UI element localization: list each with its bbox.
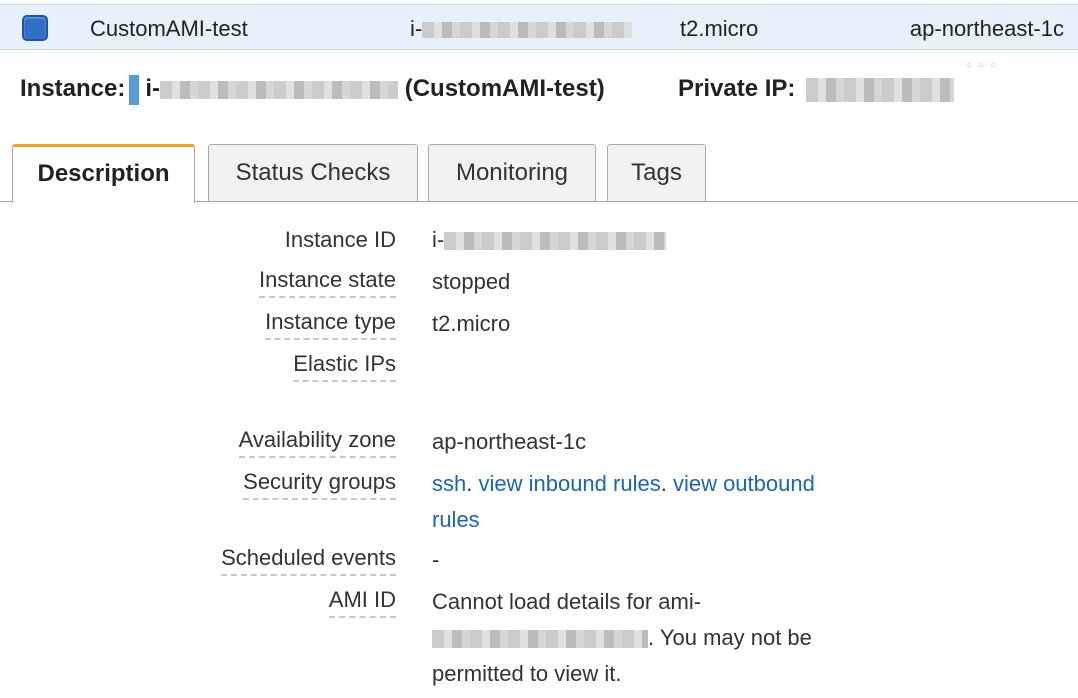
header-id-prefix: i- <box>145 75 161 102</box>
ami-id-message-start: Cannot load details for ami- <box>432 589 702 614</box>
instance-id-cell: i- <box>410 16 633 41</box>
redacted-detail-instance-id <box>444 232 667 251</box>
private-ip-display: Private IP: <box>678 74 955 104</box>
tab-tags[interactable]: Tags <box>607 144 706 201</box>
instance-details-page: CustomAMI-test i- t2.micro ap-northeast-… <box>0 0 1078 698</box>
scheduled-events-label[interactable]: Scheduled events <box>221 542 396 576</box>
instance-id-label: Instance ID <box>284 227 396 252</box>
redacted-ami-id <box>432 630 648 649</box>
row-selection-checkbox[interactable] <box>22 15 48 41</box>
instance-name-cell: CustomAMI-test <box>90 16 248 41</box>
selected-instance-row[interactable]: CustomAMI-test i- t2.micro ap-northeast-… <box>0 4 1078 50</box>
private-ip-label: Private IP: <box>678 75 796 102</box>
tab-description[interactable]: Description <box>12 144 195 203</box>
scheduled-events-value: - <box>432 547 440 572</box>
elastic-ips-label[interactable]: Elastic IPs <box>293 348 396 382</box>
redacted-header-instance-id <box>160 80 399 99</box>
ami-id-label[interactable]: AMI ID <box>328 584 396 618</box>
security-group-separator-2: . <box>660 471 673 496</box>
tab-status-checks[interactable]: Status Checks <box>208 144 418 201</box>
instance-id-value-prefix: i- <box>432 227 445 252</box>
ami-id-value: Cannot load details for ami-. You may no… <box>432 584 852 692</box>
tab-monitoring[interactable]: Monitoring <box>428 144 596 201</box>
security-groups-label[interactable]: Security groups <box>243 466 396 500</box>
redacted-private-ip <box>806 77 955 102</box>
security-groups-value: ssh. view inbound rules. view outbound r… <box>432 466 862 538</box>
instance-label: Instance: <box>20 75 126 102</box>
instance-type-cell: t2.micro <box>680 16 759 41</box>
view-inbound-rules-link[interactable]: view inbound rules <box>478 471 660 496</box>
instance-type-label[interactable]: Instance type <box>265 306 396 340</box>
detail-tabs: Description Status Checks Monitoring Tag… <box>0 144 1078 203</box>
resize-handle-icon[interactable]: ○○○ <box>966 60 1002 71</box>
instance-marker <box>129 74 140 105</box>
security-group-separator-1: . <box>466 471 479 496</box>
availability-zone-value: ap-northeast-1c <box>432 429 587 454</box>
redacted-instance-id <box>422 22 633 39</box>
availability-zone-cell: ap-northeast-1c <box>909 16 1064 41</box>
security-group-ssh-link[interactable]: ssh <box>432 471 466 496</box>
availability-zone-label[interactable]: Availability zone <box>238 424 396 458</box>
instance-id-prefix: i- <box>410 16 423 41</box>
instance-type-value: t2.micro <box>432 311 511 336</box>
header-instance-name: (CustomAMI-test) <box>404 75 605 102</box>
instance-detail-title: Instance: i- (CustomAMI-test) <box>20 74 605 105</box>
instance-state-value: stopped <box>432 269 511 294</box>
instance-state-label[interactable]: Instance state <box>259 264 396 298</box>
instance-id-value: i- <box>432 222 862 258</box>
